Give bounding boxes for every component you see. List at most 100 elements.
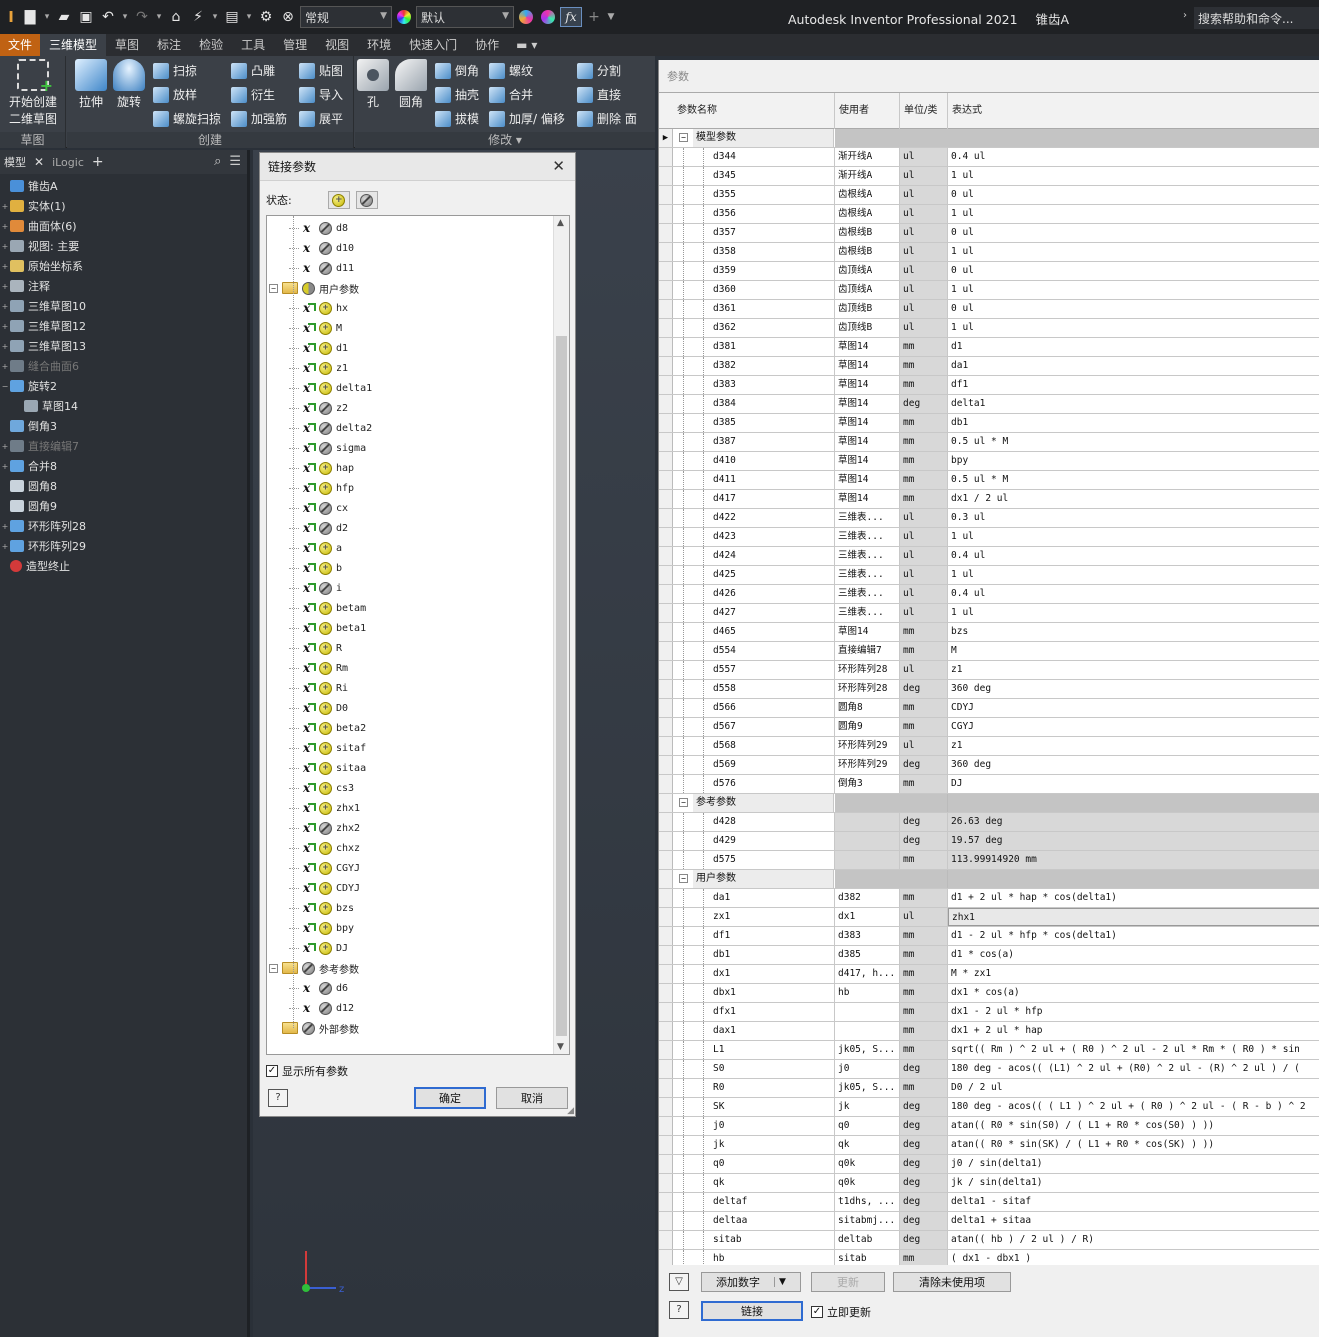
immediate-update-checkbox[interactable]: ✓ 立即更新 xyxy=(811,1304,871,1320)
parameter-row[interactable]: d424 三维表... ul 0.4 ul xyxy=(659,547,1319,566)
parameter-row[interactable]: jk qk deg atan(( R0 * sin(SK) / ( L1 + R0 *… xyxy=(659,1136,1319,1155)
param-name-cell[interactable]: d417 xyxy=(711,490,835,508)
parameter-row[interactable]: d384 草图14 deg delta1 xyxy=(659,395,1319,414)
parameter-row[interactable]: R0 jk05, S... mm D0 / 2 ul xyxy=(659,1079,1319,1098)
add-numeric-button[interactable]: 添加数字 ▼ xyxy=(701,1272,801,1292)
sweep-button[interactable]: 扫掠 xyxy=(153,62,197,79)
param-expression-cell[interactable]: 19.57 deg xyxy=(948,832,1319,850)
param-expression-cell[interactable]: atan(( R0 * sin(SK) / ( L1 + R0 * cos(SK… xyxy=(948,1136,1319,1154)
help-button[interactable]: ? xyxy=(669,1301,689,1319)
param-expression-cell[interactable]: dx1 - 2 ul * hfp xyxy=(948,1003,1319,1021)
param-expression-cell[interactable]: 1 ul xyxy=(948,205,1319,223)
expand-icon[interactable]: + xyxy=(0,282,10,291)
parameter-row[interactable]: dbx1 hb mm dx1 * cos(a) xyxy=(659,984,1319,1003)
param-expression-cell[interactable]: d1 + 2 ul * hap * cos(delta1) xyxy=(948,889,1319,907)
link-tree-param[interactable]: x + D0 xyxy=(289,698,348,718)
param-name-cell[interactable]: d568 xyxy=(711,737,835,755)
row-selector[interactable] xyxy=(659,300,673,318)
link-tree-param[interactable]: x + chxz xyxy=(289,838,360,858)
row-selector[interactable] xyxy=(659,1041,673,1059)
linked-status-icon[interactable]: + xyxy=(319,361,332,375)
parameter-row[interactable]: SK jk deg 180 deg - acos(( ( L1 ) ^ 2 ul + … xyxy=(659,1098,1319,1117)
link-tree-param[interactable]: x d10 xyxy=(289,238,354,258)
param-expression-cell[interactable]: 1 ul xyxy=(948,167,1319,185)
link-tree-param[interactable]: xi xyxy=(289,578,342,598)
appearance-adjust-icon[interactable] xyxy=(516,7,536,27)
row-selector[interactable] xyxy=(659,832,673,850)
browser-item[interactable]: + 实体(1) xyxy=(0,196,247,216)
param-name-cell[interactable]: d576 xyxy=(711,775,835,793)
linked-status-icon[interactable]: + xyxy=(319,761,332,775)
row-selector[interactable] xyxy=(659,376,673,394)
param-expression-cell[interactable]: 360 deg xyxy=(948,756,1319,774)
param-name-cell[interactable]: d422 xyxy=(711,509,835,527)
param-expression-cell[interactable]: 26.63 deg xyxy=(948,813,1319,831)
param-expression-cell[interactable]: 1 ul xyxy=(948,604,1319,622)
param-name-cell[interactable]: d426 xyxy=(711,585,835,603)
param-expression-cell[interactable]: dx1 / 2 ul xyxy=(948,490,1319,508)
link-tree-param[interactable]: x + M xyxy=(289,318,342,338)
parameter-row[interactable]: d575 mm 113.99914920 mm xyxy=(659,851,1319,870)
expand-icon[interactable] xyxy=(269,1024,278,1033)
parameter-row[interactable]: d410 草图14 mm bpy xyxy=(659,452,1319,471)
link-tree-group[interactable]: − 参考参数 xyxy=(269,958,359,978)
checkbox-checked-icon[interactable]: ✓ xyxy=(266,1065,278,1077)
menu-icon[interactable]: ☰ xyxy=(229,154,241,169)
parameter-row[interactable]: d344 渐开线A ul 0.4 ul xyxy=(659,148,1319,167)
parameter-row[interactable]: d359 齿顶线A ul 0 ul xyxy=(659,262,1319,281)
row-selector[interactable] xyxy=(659,718,673,736)
row-selector[interactable] xyxy=(659,357,673,375)
link-tree-param[interactable]: x d6 xyxy=(289,978,348,998)
cancel-button[interactable]: 取消 xyxy=(496,1087,568,1109)
param-name-cell[interactable]: d345 xyxy=(711,167,835,185)
linked-status-icon[interactable]: + xyxy=(319,941,332,955)
parameter-row[interactable]: d355 齿根线A ul 0 ul xyxy=(659,186,1319,205)
param-name-cell[interactable]: d424 xyxy=(711,547,835,565)
param-name-cell[interactable]: d567 xyxy=(711,718,835,736)
param-name-cell[interactable]: dbx1 xyxy=(711,984,835,1002)
param-name-cell[interactable]: d384 xyxy=(711,395,835,413)
checkbox-checked-icon[interactable]: ✓ xyxy=(811,1306,823,1318)
param-expression-cell[interactable]: 0.3 ul xyxy=(948,509,1319,527)
param-expression-cell[interactable]: bzs xyxy=(948,623,1319,641)
param-expression-cell[interactable]: delta1 xyxy=(948,395,1319,413)
parameter-row[interactable]: dfx1 mm dx1 - 2 ul * hfp xyxy=(659,1003,1319,1022)
param-expression-cell[interactable]: M xyxy=(948,642,1319,660)
row-selector[interactable] xyxy=(659,1060,673,1078)
chevron-right-icon[interactable]: › xyxy=(1183,10,1187,21)
parameter-row[interactable]: d557 环形阵列28 ul z1 xyxy=(659,661,1319,680)
linked-status-icon[interactable]: + xyxy=(319,601,332,615)
linked-status-icon[interactable]: + xyxy=(319,541,332,555)
new-file-icon[interactable]: ▇ xyxy=(20,7,40,27)
browser-item[interactable]: + 缝合曲面6 xyxy=(0,356,247,376)
chevron-down-icon[interactable]: ▾ xyxy=(210,7,220,27)
expand-icon[interactable]: + xyxy=(0,302,10,311)
row-selector[interactable] xyxy=(659,737,673,755)
param-name-cell[interactable]: d566 xyxy=(711,699,835,717)
link-tree-param[interactable]: x + beta1 xyxy=(289,618,366,638)
row-selector[interactable] xyxy=(659,889,673,907)
combine-button[interactable]: 合并 xyxy=(489,86,533,103)
param-name-cell[interactable]: d359 xyxy=(711,262,835,280)
linked-status-icon[interactable]: + xyxy=(319,861,332,875)
update-button[interactable]: 更新 xyxy=(811,1272,885,1292)
link-tree-param[interactable]: x + DJ xyxy=(289,938,348,958)
ok-button[interactable]: 确定 xyxy=(414,1087,486,1109)
browser-item[interactable]: 圆角9 xyxy=(0,496,247,516)
scrollbar-thumb[interactable] xyxy=(556,336,567,1036)
emboss-button[interactable]: 凸雕 xyxy=(231,62,275,79)
param-expression-cell[interactable]: 1 ul xyxy=(948,281,1319,299)
linked-status-icon[interactable]: + xyxy=(319,481,332,495)
start-2d-sketch-button[interactable]: + 开始创建 二维草图 xyxy=(4,59,62,127)
param-expression-cell[interactable]: 180 deg - acos(( (L1) ^ 2 ul + (R0) ^ 2 … xyxy=(948,1060,1319,1078)
chevron-down-icon[interactable]: ▾ xyxy=(42,7,52,27)
parameter-row[interactable]: d345 渐开线A ul 1 ul xyxy=(659,167,1319,186)
clear-appearance-icon[interactable] xyxy=(538,7,558,27)
param-name-cell[interactable]: d381 xyxy=(711,338,835,356)
unlinked-status-icon[interactable] xyxy=(319,401,332,415)
param-expression-cell[interactable]: z1 xyxy=(948,737,1319,755)
row-selector[interactable] xyxy=(659,1003,673,1021)
link-tree-param[interactable]: x + delta1 xyxy=(289,378,372,398)
search-icon[interactable]: ⌕ xyxy=(214,154,221,169)
link-tree-param[interactable]: x + z1 xyxy=(289,358,348,378)
